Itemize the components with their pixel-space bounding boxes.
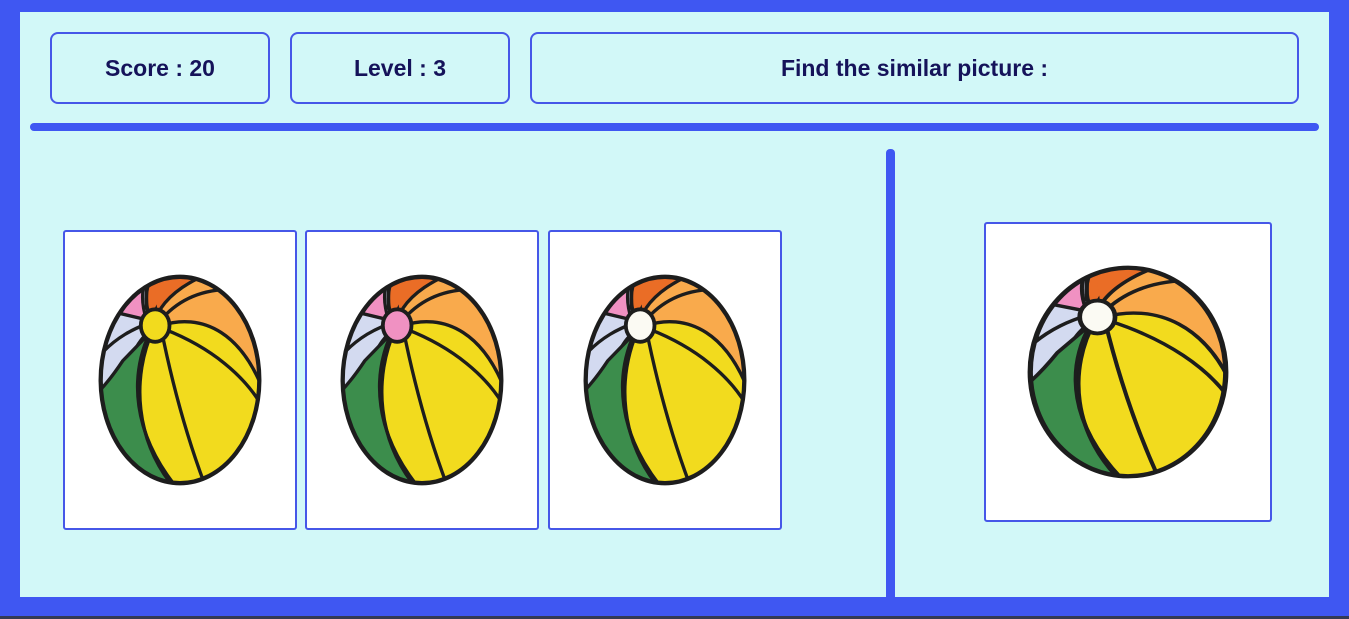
beach-ball-icon — [340, 274, 504, 486]
beach-ball-icon — [1027, 265, 1229, 479]
option-card-2[interactable] — [305, 230, 539, 530]
level-label: Level : 3 — [353, 54, 447, 81]
beach-ball-icon — [583, 274, 747, 486]
beach-ball-icon — [98, 274, 262, 486]
instruction-label: Find the similar picture : — [780, 54, 1049, 81]
horizontal-divider — [30, 123, 1319, 131]
instruction-box: Find the similar picture : — [530, 32, 1299, 104]
score-box: Score : 20 — [50, 32, 270, 104]
score-label: Score : 20 — [105, 54, 215, 81]
vertical-divider — [886, 149, 895, 597]
option-card-3[interactable] — [548, 230, 782, 530]
target-picture-card — [984, 222, 1272, 522]
level-box: Level : 3 — [290, 32, 510, 104]
game-panel: Score : 20 Level : 3 Find the similar pi… — [20, 12, 1329, 597]
option-card-1[interactable] — [63, 230, 297, 530]
